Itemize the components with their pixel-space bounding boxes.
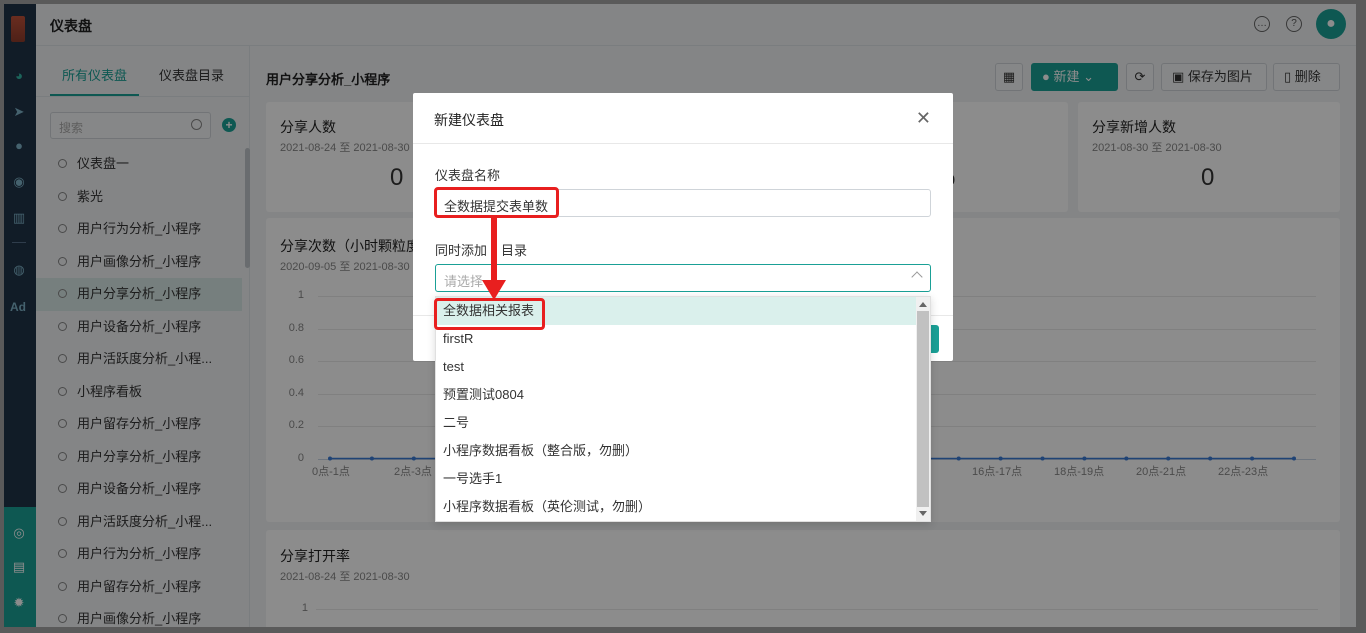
scrollbar-thumb[interactable]	[917, 311, 929, 507]
dropdown-option[interactable]: 小程序数据看板（整合版，勿删）	[436, 437, 930, 465]
annotation-box-option	[434, 298, 545, 330]
app-window: ◕ ➤ ● ◉ ▥ ◍ Ad ◎ ▤ ✹ 仪表盘 … ? ● 所有仪表盘 仪表盘…	[0, 0, 1366, 633]
scroll-up-icon[interactable]	[919, 302, 927, 307]
scroll-down-icon[interactable]	[919, 511, 927, 516]
close-icon[interactable]: ✕	[916, 109, 931, 127]
dropdown-option[interactable]: 一号选手1	[436, 465, 930, 493]
dropdown-option[interactable]: 预置测试0804	[436, 381, 930, 409]
name-label: 仪表盘名称	[435, 168, 501, 183]
dropdown-option[interactable]: test	[436, 353, 930, 381]
dropdown-option[interactable]: 小程序数据看板（英伦测试，勿删）	[436, 493, 930, 521]
annotation-arrow-head	[482, 280, 506, 300]
dialog-title: 新建仪表盘	[434, 112, 504, 128]
dropdown-option[interactable]: 二号	[436, 409, 930, 437]
dialog-divider	[413, 143, 953, 144]
chevron-up-icon	[911, 271, 923, 283]
annotation-arrow	[482, 218, 506, 300]
dropdown-scrollbar[interactable]	[916, 297, 930, 521]
